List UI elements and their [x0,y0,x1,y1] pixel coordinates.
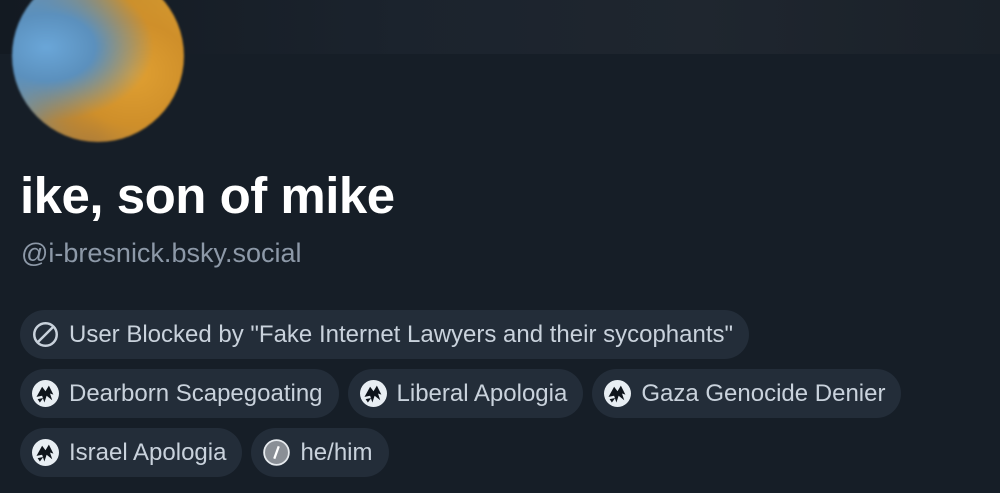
label-pill-gaza-genocide-denier[interactable]: Gaza Genocide Denier [592,369,902,418]
display-name: ike, son of mike [20,167,395,224]
labeler-avatar-icon [32,380,59,407]
blocked-icon [32,321,59,348]
label-pill-dearborn-scapegoating[interactable]: Dearborn Scapegoating [20,369,339,418]
label-text: Dearborn Scapegoating [69,379,323,407]
label-pill-israel-apologia[interactable]: Israel Apologia [20,428,243,477]
label-row: User Blocked by "Fake Internet Lawyers a… [20,310,995,359]
label-text: Israel Apologia [69,438,227,466]
label-text: User Blocked by "Fake Internet Lawyers a… [69,320,734,348]
profile-handle: @i-bresnick.bsky.social [21,238,302,268]
label-text: Gaza Genocide Denier [641,379,886,407]
label-pill-liberal-apologia[interactable]: Liberal Apologia [347,369,584,418]
label-pill-blocked[interactable]: User Blocked by "Fake Internet Lawyers a… [20,310,750,359]
label-row: Israel Apologia he/him [20,428,995,477]
profile-labels: User Blocked by "Fake Internet Lawyers a… [20,310,995,487]
label-row: Dearborn Scapegoating Liberal Apologia G… [20,369,995,418]
label-text: Liberal Apologia [396,379,568,407]
labeler-avatar-icon [604,380,632,407]
pronouns-labeler-icon [263,439,291,466]
labeler-avatar-icon [32,439,59,466]
label-pill-pronouns[interactable]: he/him [251,428,389,477]
labeler-avatar-icon [359,380,387,407]
label-text: he/him [300,438,373,466]
profile-avatar[interactable] [12,0,184,142]
